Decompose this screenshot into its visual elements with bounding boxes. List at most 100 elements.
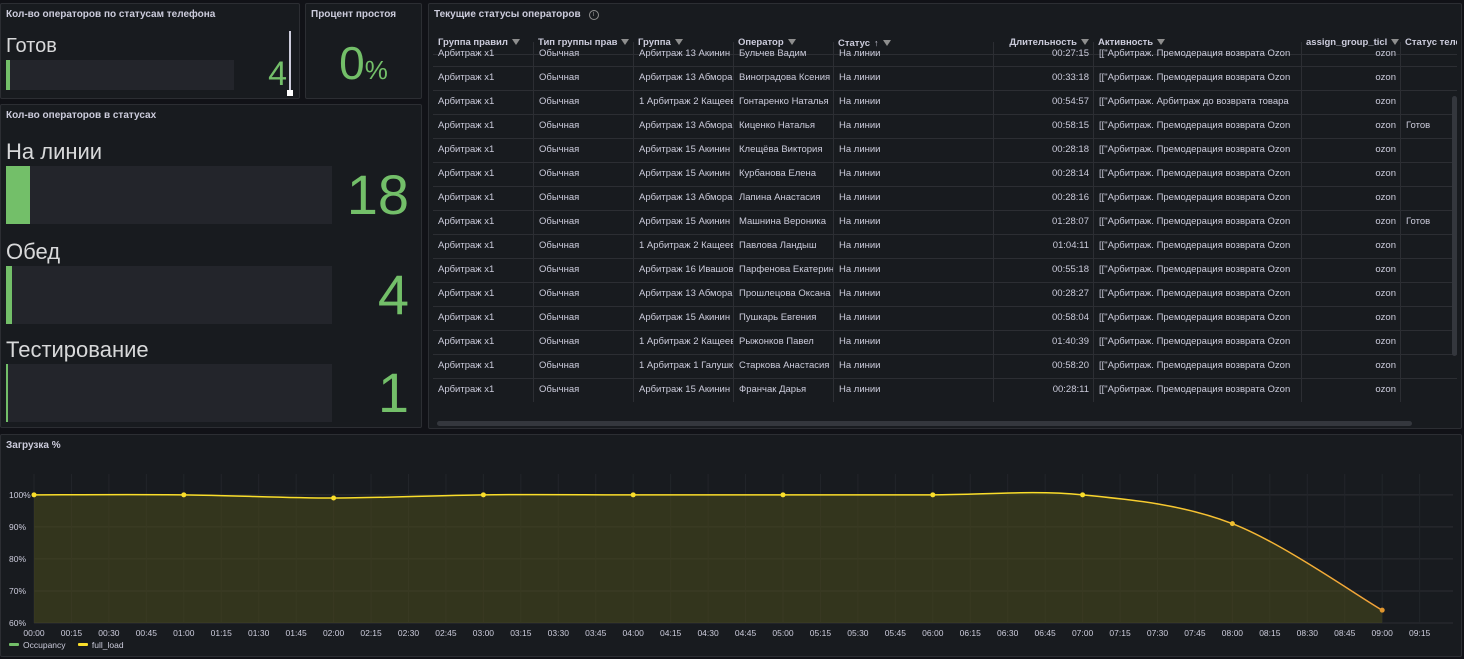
status-bar — [6, 60, 234, 90]
cell-phone-status — [1400, 186, 1457, 210]
resize-handle[interactable] — [287, 90, 293, 96]
cell-group: 1 Арбитраж 2 Кащеев — [633, 330, 733, 354]
cell-phone-status — [1400, 306, 1457, 330]
cell-status: На линии — [833, 186, 993, 210]
cell-status: На линии — [833, 282, 993, 306]
table-row[interactable]: Арбитраж х1 Обычная Арбитраж 13 Абмора Кице… — [433, 114, 1457, 139]
x-tick-label: 06:30 — [997, 628, 1019, 638]
table-row[interactable]: Арбитраж х1 Обычная Арбитраж 13 Абмора Лапи… — [433, 186, 1457, 211]
cell-group: 1 Арбитраж 1 Галушк — [633, 354, 733, 378]
table-row[interactable]: Арбитраж х1 Обычная Арбитраж 13 Абмора Вино… — [433, 66, 1457, 91]
cell-rule-group: Арбитраж х1 — [438, 72, 495, 83]
cell-phone-status — [1400, 90, 1457, 114]
cell-duration: 00:28:27 — [993, 282, 1093, 306]
table-row[interactable]: Арбитраж х1 Обычная 1 Арбитраж 2 Кащеев Пав… — [433, 234, 1457, 259]
table-row[interactable]: Арбитраж х1 Обычная Арбитраж 15 Акинин Машн… — [433, 210, 1457, 235]
cell-duration: 00:28:11 — [993, 378, 1093, 402]
cell-phone-status — [1400, 258, 1457, 282]
cell-phone-status — [1400, 162, 1457, 186]
cell-activity: [["Арбитраж. Премодерация возврата Ozon — [1093, 138, 1301, 162]
cell-activity: [["Арбитраж. Премодерация возврата Ozon — [1093, 66, 1301, 90]
table-row[interactable]: Арбитраж х1 Обычная Арбитраж 13 Акинин Буль… — [433, 42, 1457, 67]
load-chart: 60% 70% 80% 90% 100% 00:00 00:15 00:30 00:45 01:0… — [9, 474, 1453, 638]
cell-status: На линии — [833, 162, 993, 186]
x-tick-label: 00:15 — [61, 628, 83, 638]
status-count-panel: Кол-во операторов в статусах На линии 18… — [0, 104, 422, 428]
table-row[interactable]: Арбитраж х1 Обычная 1 Арбитраж 1 Галушк Ста… — [433, 354, 1457, 379]
series-area-full-load — [34, 492, 1383, 623]
table-row[interactable]: Арбитраж х1 Обычная Арбитраж 15 Акинин Клещ… — [433, 138, 1457, 163]
cell-status: На линии — [833, 114, 993, 138]
data-point-full-load — [31, 492, 37, 498]
cell-rule-group: Арбитраж х1 — [438, 336, 495, 347]
cell-duration: 00:28:14 — [993, 162, 1093, 186]
cell-rule-group: Арбитраж х1 — [438, 120, 495, 131]
cell-group: Арбитраж 15 Акинин — [633, 210, 733, 234]
y-tick-label: 100% — [9, 490, 31, 500]
table-row[interactable]: Арбитраж х1 Обычная 1 Арбитраж 2 Кащеев Гон… — [433, 90, 1457, 115]
cell-operator: Виноградова Ксения — [733, 66, 833, 90]
cell-status: На линии — [833, 330, 993, 354]
table-row[interactable]: Арбитраж х1 Обычная Арбитраж 15 Акинин Фран… — [433, 378, 1457, 402]
table-row[interactable]: Арбитраж х1 Обычная Арбитраж 15 Акинин Курб… — [433, 162, 1457, 187]
table-row[interactable]: Арбитраж х1 Обычная Арбитраж 16 Ивашов Парф… — [433, 258, 1457, 283]
cell-group-type: Обычная — [533, 378, 633, 402]
x-tick-label: 06:15 — [960, 628, 982, 638]
x-tick-label: 02:15 — [360, 628, 382, 638]
status-label-testing: Тестирование — [6, 337, 149, 362]
cell-group: Арбитраж 13 Абмора — [633, 114, 733, 138]
x-tick-label: 01:00 — [173, 628, 195, 638]
x-tick-label: 03:15 — [510, 628, 532, 638]
cell-assign-group: ozon — [1301, 282, 1400, 306]
cell-group-type: Обычная — [533, 138, 633, 162]
cell-phone-status — [1400, 378, 1457, 402]
cell-group-type: Обычная — [533, 162, 633, 186]
table-row[interactable]: Арбитраж х1 Обычная 1 Арбитраж 2 Кащеев Рыж… — [433, 330, 1457, 355]
operators-table: Группа правил Тип группы прав Группа Опе… — [433, 32, 1457, 402]
legend-item-full-load[interactable]: full_load — [77, 640, 124, 650]
bar-on-line — [6, 166, 332, 224]
data-point-full-load — [780, 492, 786, 498]
x-tick-label: 05:15 — [810, 628, 832, 638]
x-tick-label: 07:00 — [1072, 628, 1094, 638]
cell-assign-group: ozon — [1301, 186, 1400, 210]
cell-phone-status — [1400, 42, 1457, 66]
cell-rule-group: Арбитраж х1 — [438, 168, 495, 179]
legend-item-occupancy[interactable]: Occupancy — [9, 640, 66, 650]
x-tick-label: 05:45 — [885, 628, 907, 638]
data-point-full-load — [630, 492, 636, 498]
info-icon[interactable]: i — [588, 10, 599, 20]
cell-rule-group: Арбитраж х1 — [438, 312, 495, 323]
cell-group: Арбитраж 13 Абмора — [633, 186, 733, 210]
cell-group: Арбитраж 13 Акинин — [633, 42, 733, 66]
cell-status: На линии — [833, 138, 993, 162]
x-tick-label: 03:30 — [548, 628, 570, 638]
load-chart-panel: Загрузка % 60% 70% 80% 90% 100% 00:00 00:15 00:… — [0, 434, 1462, 657]
cell-operator: Машнина Вероника — [733, 210, 833, 234]
table-row[interactable]: Арбитраж х1 Обычная Арбитраж 13 Абмора Прош… — [433, 282, 1457, 307]
cell-rule-group: Арбитраж х1 — [438, 96, 495, 107]
bar-fill-lunch — [6, 266, 12, 324]
legend-label: full_load — [91, 640, 124, 650]
cell-duration: 00:58:20 — [993, 354, 1093, 378]
cell-status: На линии — [833, 42, 993, 66]
cell-duration: 00:58:04 — [993, 306, 1093, 330]
vertical-scrollbar[interactable] — [1452, 96, 1457, 356]
cell-operator: Павлова Ландыш — [733, 234, 833, 258]
cell-activity: [["Арбитраж. Премодерация возврата Ozon — [1093, 354, 1301, 378]
cell-activity: [["Арбитраж. Премодерация возврата Ozon — [1093, 234, 1301, 258]
table-row[interactable]: Арбитраж х1 Обычная Арбитраж 15 Акинин Пушк… — [433, 306, 1457, 331]
status-label-lunch: Обед — [6, 239, 61, 264]
cell-operator: Гонтаренко Наталья — [733, 90, 833, 114]
cell-duration: 00:33:18 — [993, 66, 1093, 90]
x-tick-label: 00:00 — [23, 628, 45, 638]
panel-title: Кол-во операторов по статусам телефона — [6, 9, 216, 20]
cell-status: На линии — [833, 258, 993, 282]
cell-duration: 00:28:18 — [993, 138, 1093, 162]
status-bar-fill — [6, 60, 10, 90]
cell-assign-group: ozon — [1301, 162, 1400, 186]
cell-activity: [["Арбитраж. Премодерация возврата Ozon — [1093, 330, 1301, 354]
cell-group: Арбитраж 15 Акинин — [633, 378, 733, 402]
cell-activity: [["Арбитраж. Премодерация возврата Ozon — [1093, 306, 1301, 330]
horizontal-scrollbar[interactable] — [437, 421, 1412, 426]
